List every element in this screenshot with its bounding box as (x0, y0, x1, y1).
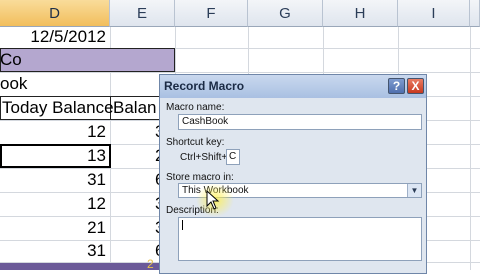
mouse-pointer-icon (206, 190, 220, 210)
help-button[interactable]: ? (388, 78, 405, 94)
dialog-title: Record Macro (164, 79, 245, 93)
column-header-g[interactable]: G (248, 0, 323, 27)
close-button[interactable]: X (407, 78, 424, 94)
shortcut-key-input[interactable]: C (226, 149, 240, 165)
description-textarea[interactable] (178, 217, 422, 261)
macro-name-input[interactable]: CashBook (178, 114, 422, 130)
today-balance-cell[interactable]: 13 (0, 142, 106, 169)
macro-name-label: Macro name: (166, 102, 225, 113)
chevron-down-icon[interactable]: ▼ (407, 184, 421, 197)
shortcut-key-label: Shortcut key: (166, 137, 225, 148)
company-cell[interactable]: Co (0, 46, 110, 73)
today-balance-header[interactable]: Today Balance (2, 94, 114, 121)
store-macro-label: Store macro in: (166, 172, 234, 183)
today-balance-cell[interactable]: 12 (0, 118, 106, 145)
column-header-e[interactable]: E (110, 0, 175, 27)
shortcut-prefix: Ctrl+Shift+ (180, 152, 228, 163)
column-header-next[interactable] (470, 0, 480, 27)
dialog-titlebar[interactable]: Record Macro ? X (160, 75, 426, 98)
today-balance-cell[interactable]: 12 (0, 190, 106, 217)
column-header-i[interactable]: I (398, 0, 470, 27)
today-balance-cell[interactable]: 31 (0, 166, 106, 193)
today-balance-cell[interactable]: 31 (0, 237, 106, 264)
record-macro-dialog: Record Macro ? X Macro name: CashBook Sh… (159, 74, 427, 274)
column-header-f[interactable]: F (175, 0, 248, 27)
book-cell[interactable]: ook (0, 70, 110, 97)
text-cursor (182, 220, 183, 230)
column-header-h[interactable]: H (323, 0, 398, 27)
grid-line (470, 27, 471, 270)
